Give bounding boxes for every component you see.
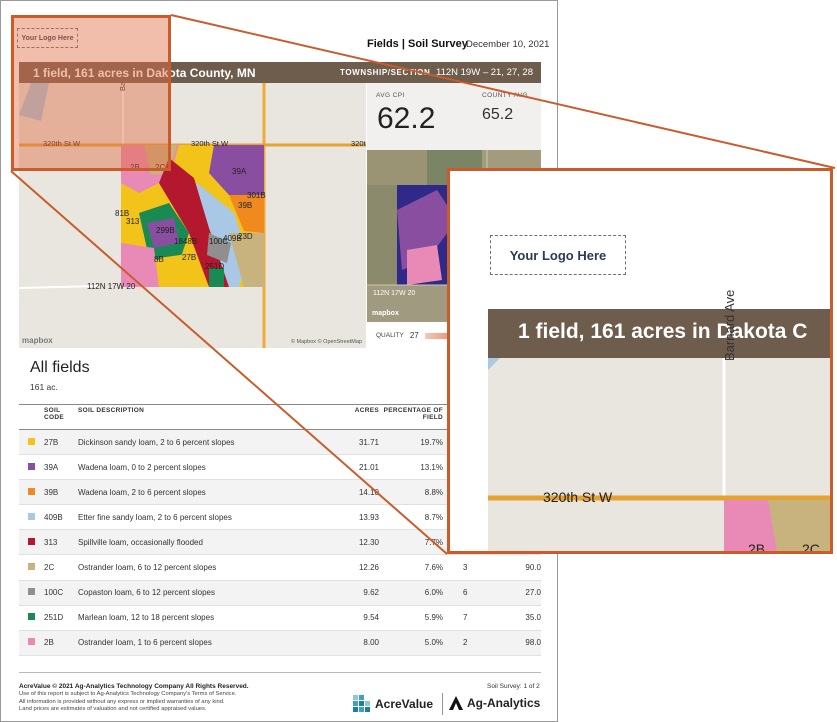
inset-map <box>488 358 830 551</box>
zoom-inset: Your Logo Here 1 field, 161 acres in Dak… <box>447 168 833 554</box>
inset-soil-label: 2C <box>802 541 820 554</box>
inset-soil-label: 2B <box>748 541 766 554</box>
inset-logo-placeholder: Your Logo Here <box>490 235 626 275</box>
inset-banner: 1 field, 161 acres in Dakota C <box>488 309 830 358</box>
inset-map-graphic <box>488 358 830 551</box>
inset-road-label-320th: 320th St W <box>543 489 613 505</box>
inset-road-label-barnard: Barnard Ave <box>722 289 737 361</box>
